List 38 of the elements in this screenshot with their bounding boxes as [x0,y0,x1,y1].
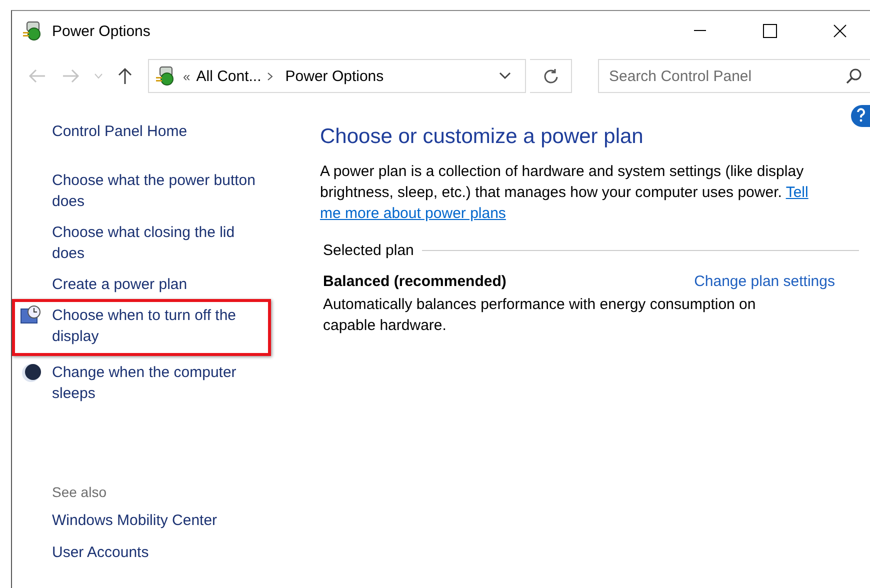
see-also-heading: See also [51,484,108,500]
sidebar-link[interactable]: Change when the computer sleeps [12,362,262,404]
page-heading: Choose or customize a power plan [320,125,644,149]
arrow-left-icon [28,69,46,83]
window-title: Power Options [52,22,152,40]
sidebar-link[interactable]: Control Panel Home [12,121,262,142]
refresh-button[interactable] [530,59,572,93]
search-field[interactable]: Search Control Panel [598,59,870,93]
change-plan-settings-link[interactable]: Change plan settings [694,273,835,290]
minimize-icon [694,30,706,32]
help-link[interactable]: me more about power plans [320,205,506,222]
moon-icon [20,362,42,384]
overflow-chevron[interactable]: « [183,68,190,84]
breadcrumb[interactable]: All Cont... [196,68,262,84]
close-icon [833,24,847,38]
chevron-right-icon [267,72,274,80]
clock-monitor-icon [20,305,42,325]
help-icon[interactable] [851,105,870,127]
arrow-right-icon [62,69,80,83]
sidebar-link[interactable]: Create a power plan [12,274,262,295]
help-link[interactable]: Tell [786,184,808,201]
description-text: A power plan is a collection of hardware and system settings (like display brightness, sleep, etc.) that manages how your computer uses power. Tell me more about power plans [320,162,810,224]
breadcrumb[interactable]: Power Options [285,68,493,84]
search-icon [846,68,862,84]
sidebar-link[interactable]: Choose what closing the lid does [12,222,262,264]
maximize-icon [763,24,777,38]
caret-icon [94,73,102,79]
group-label: Selected plan [323,242,414,259]
sidebar-link[interactable]: Windows Mobility Center [12,510,262,531]
sidebar-link[interactable]: Choose what the power button does [12,170,262,212]
dropdown-chevron-icon[interactable] [499,72,511,80]
address-bar[interactable]: « All Cont... Power Options [148,59,526,93]
plan-name: Balanced (recommended) [323,273,506,290]
arrow-up-icon [118,67,132,85]
sidebar-link[interactable]: User Accounts [12,542,262,563]
refresh-icon [542,68,558,84]
plan-description: Automatically balances performance with energy consumption on capable hardware. [323,295,757,336]
sidebar-link[interactable]: Choose when to turn off the display [15,305,262,347]
